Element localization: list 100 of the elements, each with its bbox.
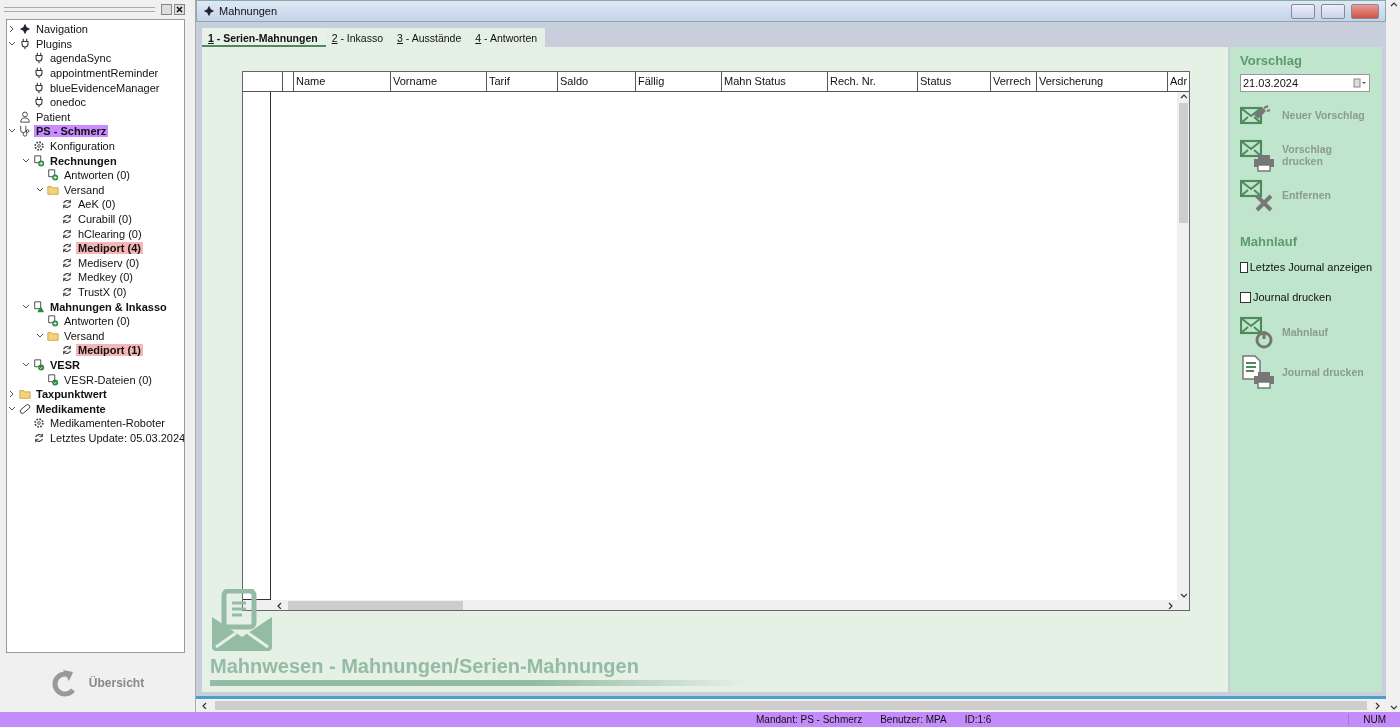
- section-heading: Mahnlauf: [1240, 234, 1299, 249]
- tree-item[interactable]: Rechnungen: [48, 154, 119, 167]
- document-check-icon: [33, 358, 45, 371]
- scroll-left-icon[interactable]: [201, 702, 208, 709]
- scroll-thumb[interactable]: [288, 601, 463, 610]
- status-text: ID:1:6: [964, 714, 992, 725]
- scroll-up-icon[interactable]: [1389, 1, 1397, 8]
- tree-item[interactable]: Mediport (1): [76, 344, 143, 357]
- plug-icon: [33, 67, 45, 80]
- scroll-right-icon[interactable]: [1167, 602, 1174, 609]
- tab[interactable]: 1 - Serien-Mahnungen: [202, 28, 326, 47]
- tree-item[interactable]: Patient: [34, 110, 73, 123]
- column-header[interactable]: Saldo: [558, 72, 636, 91]
- tree-item[interactable]: TrustX (0): [76, 286, 129, 298]
- tab[interactable]: 2 - Inkasso: [325, 28, 392, 47]
- tree-item[interactable]: Medikamente: [34, 402, 108, 415]
- column-header[interactable]: Mahn Status: [722, 72, 828, 91]
- column-header[interactable]: Rech. Nr.: [828, 72, 918, 91]
- tree-item[interactable]: Navigation: [34, 23, 90, 36]
- document-check-icon: [47, 373, 59, 386]
- tree-item[interactable]: hClearing (0): [76, 227, 144, 240]
- person-icon: [19, 110, 31, 123]
- scroll-up-icon[interactable]: [1179, 93, 1187, 100]
- gear-icon: [33, 417, 45, 430]
- compass-icon: [203, 5, 215, 17]
- tree-item[interactable]: Mediserv (0): [76, 256, 142, 269]
- vertical-scrollbar[interactable]: [1177, 92, 1189, 600]
- plug-icon: [33, 52, 45, 65]
- scroll-right-icon[interactable]: [1374, 702, 1381, 709]
- tree-item[interactable]: Antworten (0): [62, 315, 133, 328]
- column-header[interactable]: Fällig: [636, 72, 722, 91]
- banner-title: Mahnwesen - Mahnungen/Serien-Mahnungen: [210, 655, 640, 678]
- column-header[interactable]: Name: [294, 72, 391, 91]
- document-plus-icon: [47, 315, 59, 328]
- tree-item[interactable]: Versand: [62, 183, 107, 196]
- tree-item[interactable]: Konfiguration: [48, 140, 117, 153]
- horizontal-scrollbar[interactable]: [196, 699, 1386, 712]
- minimize-button[interactable]: [1291, 3, 1315, 19]
- document-warning-icon: [33, 300, 45, 313]
- tree-item[interactable]: blueEvidenceManager: [48, 81, 162, 94]
- maximize-button[interactable]: [1321, 3, 1345, 19]
- stethoscope-icon: [19, 125, 31, 138]
- scroll-thumb[interactable]: [1178, 103, 1188, 223]
- plug-icon: [19, 37, 31, 50]
- tree-item[interactable]: Mahnungen & Inkasso: [48, 300, 169, 313]
- checkbox-label[interactable]: Journal drucken: [1253, 291, 1332, 303]
- horizontal-scrollbar[interactable]: [243, 600, 1189, 610]
- tree-item[interactable]: AeK (0): [76, 198, 118, 211]
- plug-icon: [33, 96, 45, 109]
- sync-icon: [61, 213, 73, 225]
- sync-icon: [61, 227, 73, 240]
- tree-item[interactable]: Curabill (0): [76, 213, 134, 225]
- tree-item[interactable]: Medkey (0): [76, 271, 136, 284]
- tree-item[interactable]: onedoc: [48, 96, 89, 109]
- tree-item[interactable]: Plugins: [34, 37, 75, 50]
- document-printer-icon: [1240, 355, 1274, 389]
- tree-item[interactable]: VESR-Dateien (0): [62, 373, 155, 386]
- column-header[interactable]: Versicherung: [1037, 72, 1168, 91]
- tree-item[interactable]: Antworten (0): [62, 169, 133, 182]
- scroll-left-icon[interactable]: [276, 602, 283, 609]
- tree-item[interactable]: appointmentReminder: [48, 67, 161, 80]
- checkbox-label[interactable]: Letztes Journal anzeigen: [1249, 261, 1372, 273]
- tree-item[interactable]: agendaSync: [48, 52, 114, 65]
- num-lock-indicator: NUM: [1348, 714, 1400, 725]
- status-text: Mandant: PS - Schmerz: [756, 714, 863, 725]
- sync-icon: [61, 198, 73, 211]
- sync-icon: [61, 271, 73, 284]
- tree-item[interactable]: Letztes Update: 05.03.2024: [48, 431, 184, 444]
- tree-item[interactable]: PS - Schmerz: [34, 125, 109, 138]
- calendar-dropdown-icon[interactable]: [1353, 78, 1367, 88]
- scroll-down-icon[interactable]: [1179, 592, 1187, 599]
- compass-icon: [19, 23, 31, 36]
- column-header[interactable]: Verrech: [991, 72, 1037, 91]
- checkbox[interactable]: [1240, 261, 1248, 273]
- tree-item[interactable]: Mediport (4): [76, 242, 143, 255]
- checkbox[interactable]: [1240, 291, 1251, 303]
- vertical-scrollbar[interactable]: [1386, 0, 1400, 712]
- column-header[interactable]: Status: [918, 72, 991, 91]
- date-field[interactable]: 21.03.2024: [1240, 74, 1370, 92]
- envelope-printer-icon: [1240, 138, 1274, 172]
- close-button[interactable]: [1351, 3, 1379, 19]
- envelope-cross-icon: [1240, 178, 1274, 212]
- tree-item[interactable]: Taxpunktwert: [34, 388, 109, 401]
- column-header[interactable]: Tarif: [487, 72, 558, 91]
- envelope-document-icon: [210, 589, 274, 653]
- sync-icon: [61, 242, 73, 255]
- tree-item[interactable]: Versand: [62, 329, 107, 342]
- tree-item[interactable]: VESR: [48, 358, 82, 371]
- tree-item[interactable]: Medikamenten-Roboter: [48, 417, 167, 430]
- status-text: Benutzer: MPA: [880, 714, 947, 725]
- scroll-thumb[interactable]: [215, 701, 1367, 710]
- sync-icon: [61, 344, 73, 357]
- column-header[interactable]: Vorname: [391, 72, 487, 91]
- tab[interactable]: 4 - Antworten: [469, 28, 546, 47]
- sync-icon: [61, 256, 73, 269]
- folder-icon: [19, 388, 31, 401]
- tab[interactable]: 3 - Ausstände: [391, 28, 470, 47]
- close-icon[interactable]: [174, 3, 185, 15]
- scroll-down-icon[interactable]: [1389, 704, 1397, 711]
- envelope-plug-icon: [1240, 105, 1271, 125]
